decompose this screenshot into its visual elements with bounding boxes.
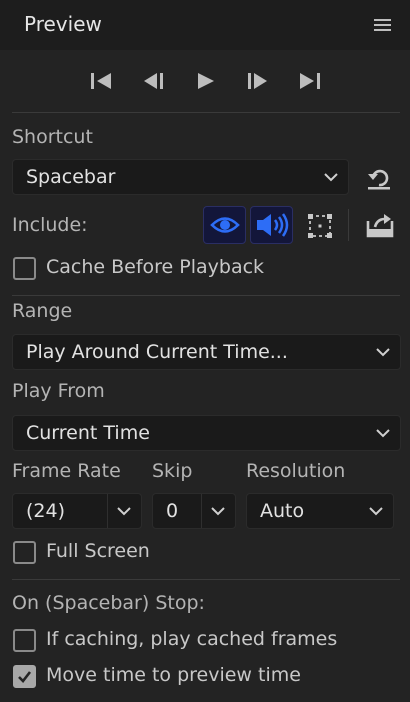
shortcut-label: Shortcut — [12, 126, 93, 148]
chevron-down-icon — [324, 173, 338, 182]
skip-to-end-button[interactable] — [295, 68, 323, 94]
range-label: Range — [12, 300, 73, 322]
frame-rate-value: (24) — [26, 500, 66, 522]
transport-controls — [88, 68, 323, 94]
chevron-down-icon — [376, 348, 390, 357]
speaker-icon — [256, 213, 288, 237]
play-icon — [197, 73, 214, 89]
separator — [12, 579, 400, 580]
resolution-value: Auto — [260, 500, 305, 522]
chevron-down-icon — [117, 507, 131, 516]
separator — [12, 112, 400, 113]
resolution-dropdown[interactable]: Auto — [246, 493, 394, 529]
step-back-button[interactable] — [140, 68, 168, 94]
cached-frames-label: If caching, play cached frames — [46, 628, 338, 650]
frame-rate-dropdown[interactable]: (24) — [12, 493, 142, 529]
hamburger-icon[interactable] — [374, 18, 391, 32]
range-dropdown[interactable]: Play Around Current Time... — [12, 334, 401, 370]
chevron-down-icon — [211, 507, 225, 516]
separator — [12, 295, 400, 296]
panel-title: Preview — [24, 12, 102, 36]
frame-overlay-icon — [308, 214, 332, 238]
skip-dropdown[interactable]: 0 — [152, 493, 236, 529]
full-screen-label: Full Screen — [46, 540, 150, 562]
skip-value: 0 — [166, 500, 179, 522]
skip-to-end-icon — [300, 73, 320, 89]
export-icon — [366, 214, 394, 238]
cache-before-playback-checkbox[interactable] — [13, 257, 36, 280]
play-button[interactable] — [192, 68, 220, 94]
include-audio-toggle[interactable] — [250, 206, 293, 244]
include-video-toggle[interactable] — [203, 206, 246, 244]
range-value: Play Around Current Time... — [26, 341, 288, 363]
shortcut-dropdown[interactable]: Spacebar — [12, 159, 349, 195]
dropdown-divider — [107, 494, 108, 528]
shortcut-value: Spacebar — [26, 166, 116, 188]
checkmark-icon — [18, 671, 32, 683]
cached-frames-checkbox[interactable] — [13, 629, 36, 652]
skip-to-start-button[interactable] — [88, 68, 116, 94]
include-overlay-toggle[interactable] — [305, 211, 335, 241]
chevron-down-icon — [369, 507, 383, 516]
skip-label: Skip — [152, 460, 193, 482]
on-stop-label: On (Spacebar) Stop: — [12, 592, 205, 614]
eye-icon — [209, 217, 240, 233]
resolution-label: Resolution — [246, 460, 346, 482]
play-from-dropdown[interactable]: Current Time — [12, 415, 401, 451]
skip-to-start-icon — [91, 73, 111, 89]
step-back-icon — [143, 73, 163, 89]
cache-before-playback-label: Cache Before Playback — [46, 256, 265, 278]
play-from-label: Play From — [12, 380, 105, 402]
move-time-checkbox[interactable] — [13, 665, 36, 688]
reset-icon — [368, 169, 390, 190]
dropdown-divider — [201, 494, 202, 528]
include-label: Include: — [12, 214, 88, 236]
export-button[interactable] — [364, 210, 396, 240]
frame-rate-label: Frame Rate — [12, 460, 121, 482]
chevron-down-icon — [376, 429, 390, 438]
move-time-label: Move time to preview time — [46, 664, 301, 686]
reset-shortcut-button[interactable] — [364, 163, 394, 193]
play-from-value: Current Time — [26, 422, 150, 444]
step-forward-button[interactable] — [243, 68, 271, 94]
include-divider — [348, 209, 349, 241]
step-forward-icon — [248, 73, 268, 89]
panel-header: Preview — [0, 0, 410, 50]
full-screen-checkbox[interactable] — [13, 541, 36, 564]
